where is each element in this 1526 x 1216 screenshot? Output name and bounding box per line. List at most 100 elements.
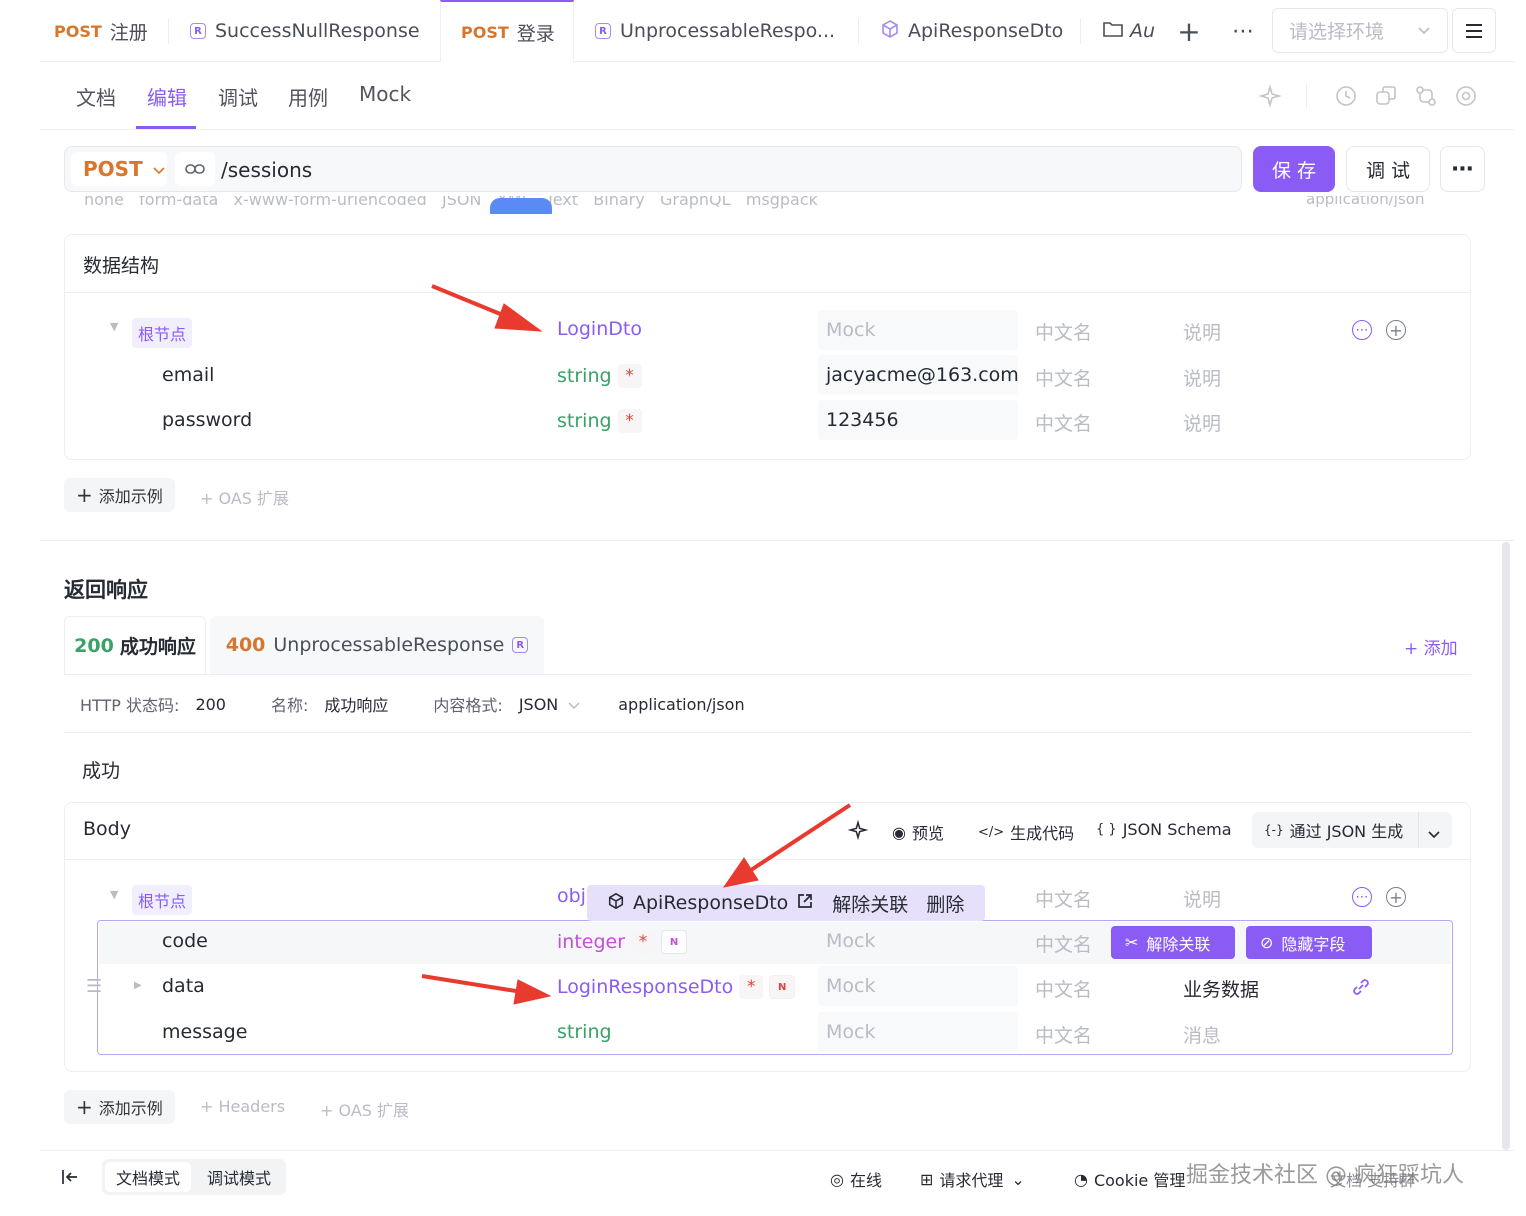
environment-select[interactable]: 请选择环境: [1272, 8, 1448, 53]
add-circle-icon[interactable]: +: [1386, 887, 1406, 907]
desc-input[interactable]: 说明: [1183, 318, 1221, 345]
required-badge[interactable]: *: [631, 930, 656, 954]
settings-icon[interactable]: [1454, 84, 1478, 112]
field-name[interactable]: password: [162, 409, 252, 431]
share-icon[interactable]: [1414, 84, 1438, 112]
external-link-icon[interactable]: [796, 892, 814, 915]
preview-button[interactable]: ◉ 预览: [892, 820, 944, 844]
desc-input[interactable]: 说明: [1183, 885, 1221, 912]
mock-input[interactable]: Mock: [818, 966, 1018, 1006]
add-response-button[interactable]: + 添加: [1404, 634, 1458, 659]
add-circle-icon[interactable]: +: [1386, 320, 1406, 340]
mock-input[interactable]: Mock: [826, 930, 875, 952]
more-tabs-icon[interactable]: ⋯: [1228, 16, 1258, 46]
generate-code-button[interactable]: </> 生成代码: [978, 820, 1074, 844]
root-type[interactable]: LoginDto: [557, 318, 642, 340]
headers-button[interactable]: + Headers: [200, 1097, 285, 1116]
desc-input[interactable]: 业务数据: [1183, 975, 1259, 1002]
field-name[interactable]: code: [162, 930, 208, 952]
cn-name-input[interactable]: 中文名: [1035, 885, 1092, 912]
add-tab-icon[interactable]: +: [1174, 15, 1204, 48]
hide-field-button[interactable]: ⊘ 隐藏字段: [1246, 926, 1372, 959]
link-icon[interactable]: [175, 152, 215, 186]
tab-folder[interactable]: Au: [1102, 0, 1155, 62]
chevron-down-icon[interactable]: [1428, 824, 1440, 843]
caret-down-icon[interactable]: ▼: [110, 320, 118, 333]
unlink-field-button[interactable]: ✂ 解除关联: [1111, 926, 1235, 959]
required-badge[interactable]: *: [739, 975, 764, 999]
doc-mode-button[interactable]: 文档模式: [105, 1162, 191, 1192]
tab-unprocessable-response[interactable]: R UnprocessableRespo...: [595, 0, 835, 62]
url-path-input[interactable]: /sessions: [221, 158, 312, 182]
add-example-button[interactable]: + 添加示例: [64, 478, 175, 512]
field-type[interactable]: integer * N: [557, 930, 688, 954]
save-button[interactable]: 保 存: [1253, 146, 1335, 192]
collapse-sidebar-icon[interactable]: [60, 1167, 80, 1191]
cn-name-input[interactable]: 中文名: [1035, 409, 1092, 436]
menu-icon[interactable]: [1452, 8, 1496, 53]
history-icon[interactable]: [1334, 84, 1358, 112]
response-tab-200[interactable]: 200 成功响应: [64, 616, 206, 674]
response-tab-400[interactable]: 400 UnprocessableResponse R: [210, 616, 544, 674]
cn-name-input[interactable]: 中文名: [1035, 930, 1092, 957]
cookie-manager[interactable]: ◔ Cookie 管理: [1074, 1167, 1185, 1191]
debug-mode-button[interactable]: 调试模式: [196, 1162, 282, 1192]
tab-register[interactable]: POST 注册: [54, 0, 148, 62]
mock-input[interactable]: Mock: [818, 310, 1018, 350]
field-name[interactable]: email: [162, 364, 214, 386]
oas-extension-button[interactable]: + OAS 扩展: [200, 485, 289, 509]
link-icon[interactable]: [1350, 976, 1372, 1002]
ref-name[interactable]: ApiResponseDto: [633, 892, 788, 914]
required-badge[interactable]: *: [617, 409, 642, 433]
response-name-input[interactable]: 成功响应: [324, 692, 388, 716]
nullable-badge[interactable]: N: [661, 930, 688, 954]
mock-input[interactable]: 123456: [818, 400, 1018, 440]
oas-extension-button[interactable]: + OAS 扩展: [320, 1097, 409, 1121]
method-select[interactable]: POST: [71, 152, 167, 186]
more-circle-icon[interactable]: ⋯: [1352, 320, 1372, 340]
field-type[interactable]: string *: [557, 364, 642, 388]
root-type[interactable]: obj: [557, 885, 586, 907]
status-code-input[interactable]: 200: [195, 695, 226, 714]
subnav-edit[interactable]: 编辑: [147, 82, 187, 111]
json-pill[interactable]: [490, 198, 552, 214]
clone-icon[interactable]: [1374, 84, 1398, 112]
subnav-debug[interactable]: 调试: [218, 82, 258, 111]
json-schema-button[interactable]: { } JSON Schema: [1096, 820, 1232, 839]
field-name[interactable]: message: [162, 1021, 247, 1043]
response-description[interactable]: 成功: [82, 756, 120, 783]
tab-api-response-dto[interactable]: ApiResponseDto: [880, 0, 1063, 62]
field-type[interactable]: LoginResponseDto * N: [557, 975, 796, 999]
cn-name-input[interactable]: 中文名: [1035, 975, 1092, 1002]
format-select[interactable]: JSON: [519, 695, 558, 714]
caret-down-icon[interactable]: ▼: [110, 888, 118, 901]
debug-button[interactable]: 调 试: [1346, 146, 1430, 192]
drag-handle-icon[interactable]: ☰: [86, 976, 102, 997]
field-type[interactable]: string *: [557, 409, 642, 433]
mock-input[interactable]: Mock: [818, 1012, 1018, 1052]
popover-unlink-button[interactable]: 解除关联: [832, 890, 908, 917]
cn-name-input[interactable]: 中文名: [1035, 1021, 1092, 1048]
scrollbar[interactable]: [1502, 542, 1510, 1150]
popover-delete-button[interactable]: 删除: [926, 890, 964, 917]
ai-sparkle-icon[interactable]: [847, 819, 869, 844]
more-options-icon[interactable]: ⋯: [1440, 146, 1485, 192]
generate-from-json-button[interactable]: {-} 通过 JSON 生成: [1252, 812, 1452, 848]
desc-input[interactable]: 说明: [1183, 364, 1221, 391]
request-proxy[interactable]: ⊞ 请求代理 ⌄: [920, 1167, 1025, 1191]
subnav-mock[interactable]: Mock: [359, 82, 411, 106]
cn-name-input[interactable]: 中文名: [1035, 318, 1092, 345]
required-badge[interactable]: *: [617, 364, 642, 388]
subnav-docs[interactable]: 文档: [76, 82, 116, 111]
cn-name-input[interactable]: 中文名: [1035, 364, 1092, 391]
online-status[interactable]: ◎ 在线: [830, 1167, 882, 1191]
tab-success-null-response[interactable]: R SuccessNullResponse: [190, 0, 420, 62]
caret-right-icon[interactable]: ▶: [134, 980, 142, 991]
mock-input[interactable]: jacyacme@163.com: [818, 355, 1019, 395]
tab-login[interactable]: POST 登录: [440, 0, 574, 62]
desc-input[interactable]: 说明: [1183, 409, 1221, 436]
desc-input[interactable]: 消息: [1183, 1021, 1221, 1048]
ai-sparkle-icon[interactable]: [1258, 84, 1282, 112]
more-circle-icon[interactable]: ⋯: [1352, 887, 1372, 907]
field-type[interactable]: string: [557, 1021, 612, 1043]
